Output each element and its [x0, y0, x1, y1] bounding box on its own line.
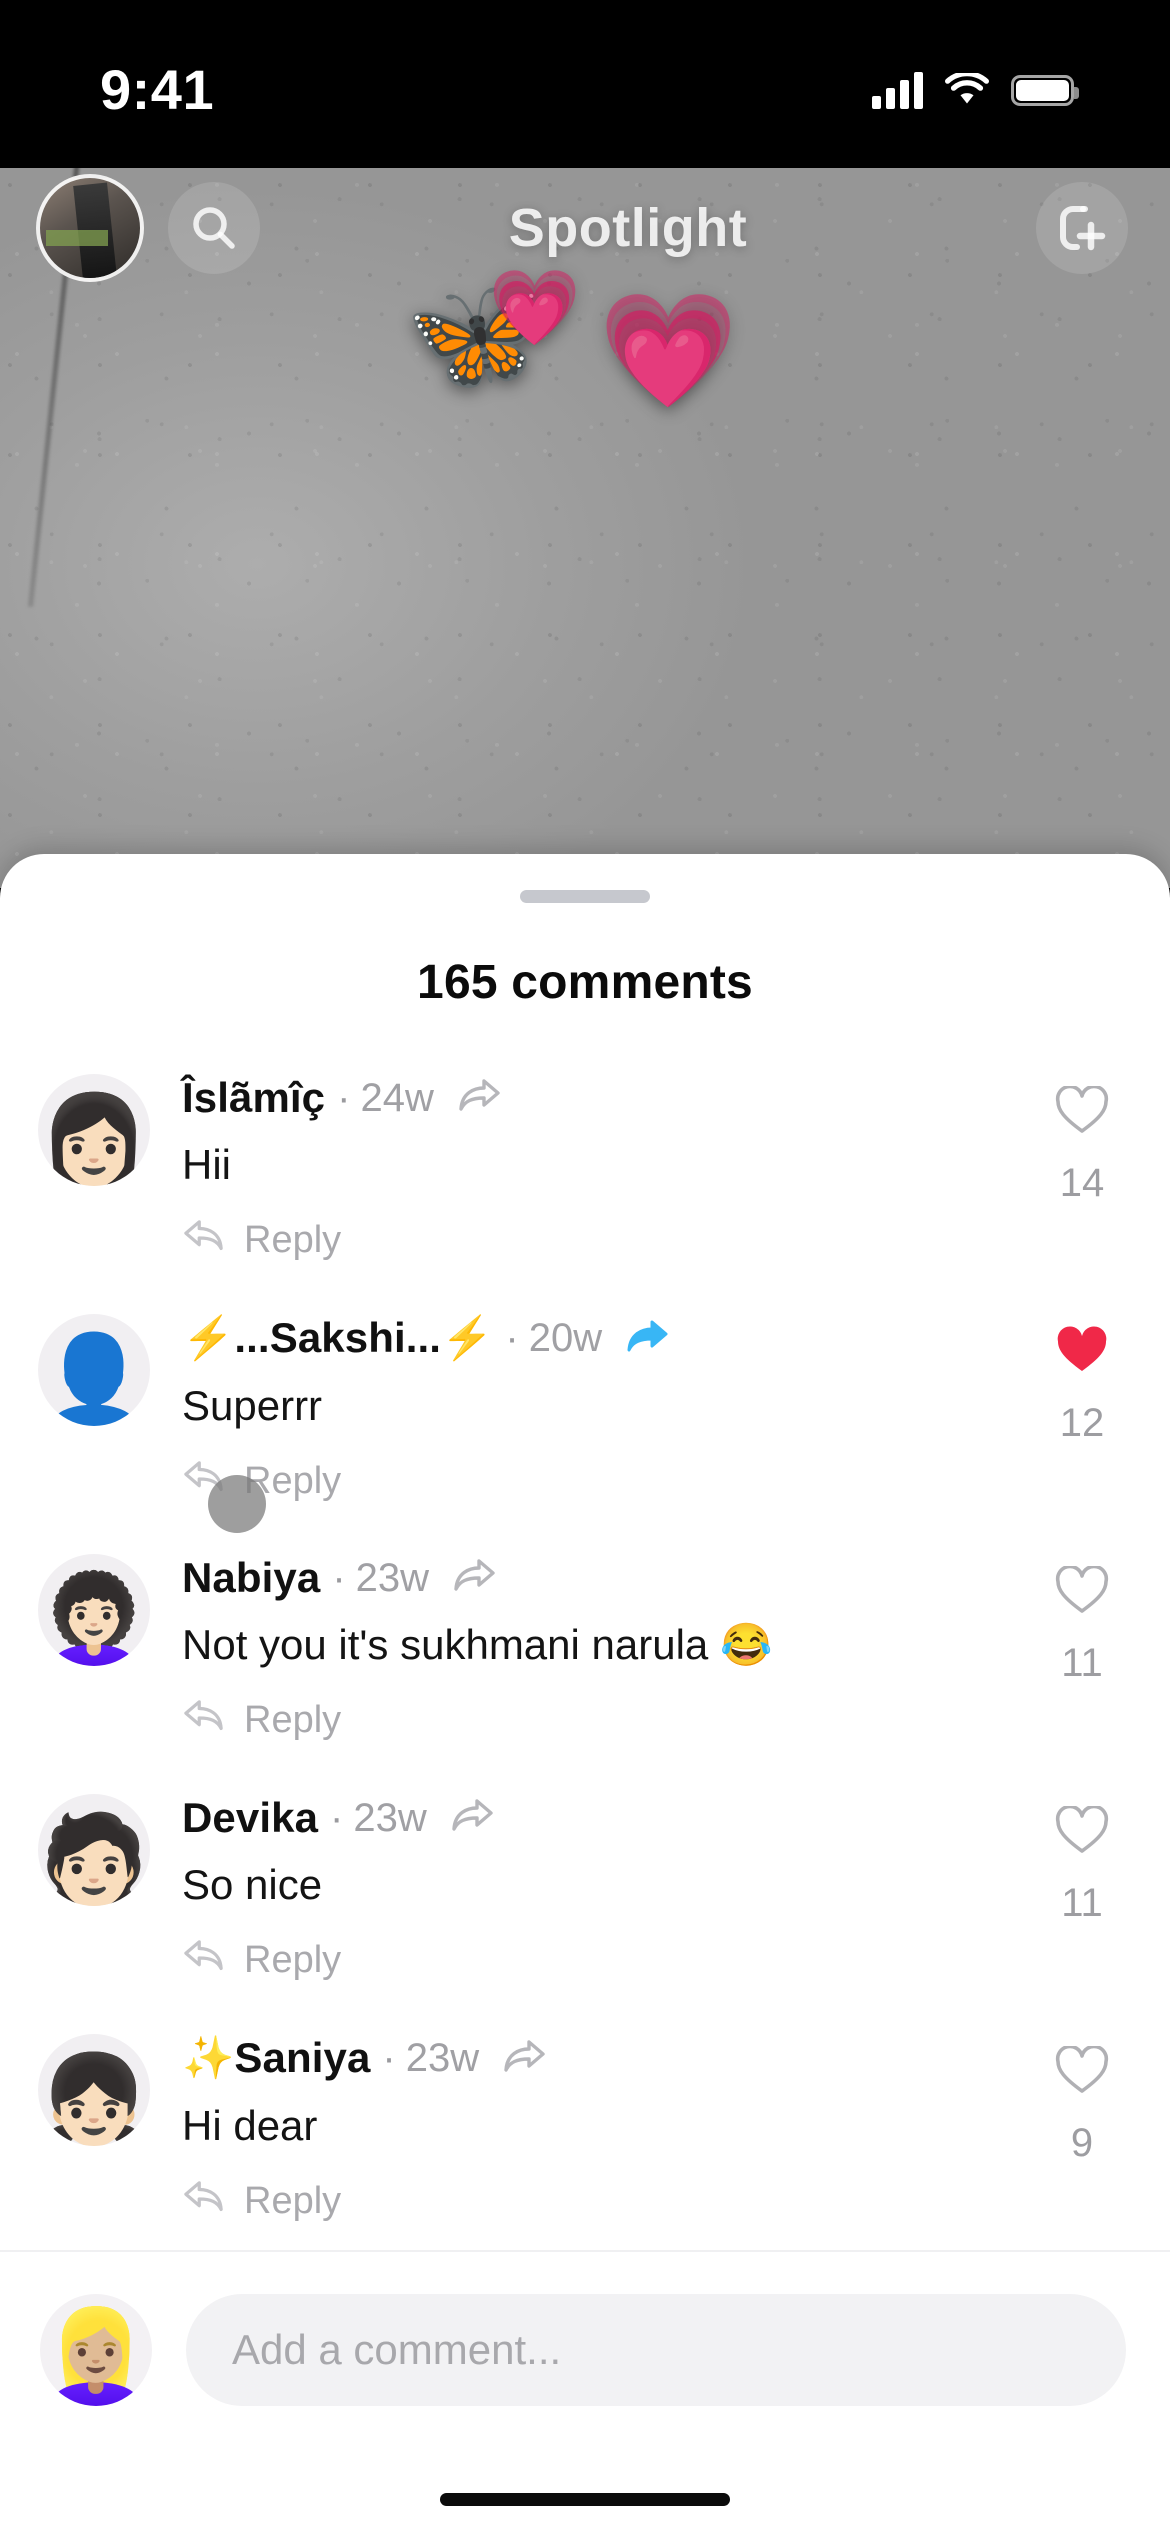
share-arrow-icon[interactable]: [456, 1077, 502, 1119]
sheet-drag-handle[interactable]: [520, 890, 650, 903]
comment-row[interactable]: 👩🏻 Îslãmîç · 24w Hii Reply 14: [0, 1060, 1170, 1300]
comment-text: Hii: [182, 1141, 231, 1188]
comments-count-title: 165 comments: [417, 956, 753, 1009]
comment-meta: ✨Saniya · 23w: [182, 2034, 1034, 2083]
avatar[interactable]: 👩🏻‍🦱: [38, 1554, 150, 1666]
comment-body: Îslãmîç · 24w Hii Reply: [150, 1060, 1034, 1263]
comment-author[interactable]: Devika: [182, 1794, 318, 1842]
comment-text: Superrr: [182, 1382, 323, 1429]
video-emoji-sticker-group: 🦋💗 💗: [405, 271, 738, 407]
reply-arrow-icon: [182, 2179, 226, 2224]
reply-button[interactable]: Reply: [182, 1698, 1034, 1743]
comment-timestamp: 23w: [405, 2036, 480, 2080]
comment-row[interactable]: 👤 ⚡...Sakshi...⚡ · 20w Superrr Reply 12: [0, 1300, 1170, 1540]
reply-label: Reply: [244, 1219, 342, 1262]
reply-arrow-icon: [182, 1698, 226, 1743]
comment-meta: ⚡...Sakshi...⚡ · 20w: [182, 1314, 1034, 1363]
like-count: 9: [1070, 2121, 1094, 2165]
comment-meta: Devika · 23w: [182, 1794, 1034, 1842]
add-comment-input[interactable]: Add a comment...: [186, 2294, 1126, 2406]
comment-timestamp: 23w: [355, 1555, 430, 1600]
phone-screen: 9:41 🦋💗 💗 Spotlight 165 comments 👩🏻 Îslã…: [0, 0, 1170, 2532]
reply-label: Reply: [244, 1699, 342, 1742]
reply-label: Reply: [244, 2180, 342, 2223]
meta-separator: ·: [330, 1795, 344, 1840]
home-indicator: [440, 2493, 730, 2506]
app-header: Spotlight: [0, 168, 1170, 288]
like-count: 11: [1061, 1641, 1103, 1685]
like-control[interactable]: 11: [1034, 1780, 1130, 1926]
comment-author[interactable]: ✨Saniya: [182, 2034, 370, 2083]
wifi-icon: [945, 73, 989, 104]
comment-author[interactable]: Îslãmîç: [182, 1074, 325, 1122]
comment-text: So nice: [182, 1861, 323, 1908]
comment-meta: Îslãmîç · 24w: [182, 1074, 1034, 1122]
meta-separator: ·: [505, 1316, 519, 1360]
avatar[interactable]: 👤: [38, 1314, 150, 1426]
cellular-signal-icon: [872, 71, 923, 109]
comment-meta: Nabiya · 23w: [182, 1554, 1034, 1602]
comment-body: ✨Saniya · 23w Hi dear Reply: [150, 2020, 1034, 2224]
comment-body: ⚡...Sakshi...⚡ · 20w Superrr Reply: [150, 1300, 1034, 1504]
like-count: 14: [1059, 1161, 1105, 1205]
share-arrow-filled-blue-icon[interactable]: [624, 1318, 670, 1360]
like-control[interactable]: 9: [1034, 2020, 1130, 2166]
like-count: 12: [1059, 1401, 1105, 1445]
share-arrow-icon[interactable]: [501, 2038, 547, 2080]
heart-filled-icon[interactable]: [1055, 1326, 1109, 1381]
comment-row[interactable]: 👩🏻‍🦱 Nabiya · 23w Not you it's sukhmani …: [0, 1540, 1170, 1780]
add-comment-placeholder: Add a comment...: [232, 2326, 562, 2373]
like-count: 11: [1061, 1881, 1103, 1925]
share-arrow-icon[interactable]: [449, 1797, 495, 1839]
comment-timestamp: 20w: [528, 1316, 603, 1360]
heart-outline-icon[interactable]: [1055, 1564, 1109, 1621]
comment-timestamp: 24w: [360, 1075, 434, 1120]
touch-indicator: [208, 1475, 266, 1533]
avatar[interactable]: 👩🏻: [38, 1074, 150, 1186]
add-friend-ghost-icon: [1060, 206, 1106, 251]
reply-button[interactable]: Reply: [182, 1218, 1034, 1263]
avatar[interactable]: 👧🏻: [38, 2034, 150, 2146]
share-arrow-icon[interactable]: [451, 1557, 497, 1599]
battery-full-icon: [1011, 74, 1079, 106]
meta-separator: ·: [332, 1555, 346, 1600]
status-bar-time: 9:41: [100, 57, 215, 121]
comment-row[interactable]: 👧🏻 ✨Saniya · 23w Hi dear Reply 9: [0, 2020, 1170, 2260]
comment-body: Nabiya · 23w Not you it's sukhmani narul…: [150, 1540, 1034, 1743]
comment-author[interactable]: Nabiya: [182, 1554, 320, 1602]
comment-body: Devika · 23w So nice Reply: [150, 1780, 1034, 1983]
meta-separator: ·: [337, 1075, 351, 1120]
status-bar: 9:41: [0, 0, 1170, 168]
heart-outline-icon[interactable]: [1055, 1084, 1109, 1141]
reply-button[interactable]: Reply: [182, 1459, 1034, 1504]
comment-text: Hi dear: [182, 2102, 318, 2149]
comment-author[interactable]: ⚡...Sakshi...⚡: [182, 1314, 493, 1363]
reply-button[interactable]: Reply: [182, 2179, 1034, 2224]
like-control[interactable]: 14: [1034, 1060, 1130, 1206]
big-heart-emoji-sticker: 💗: [598, 288, 739, 413]
reply-arrow-icon: [182, 1218, 226, 1263]
page-title: Spotlight: [508, 198, 748, 258]
heart-outline-icon[interactable]: [1055, 1804, 1109, 1861]
heart-outline-icon[interactable]: [1055, 2044, 1109, 2101]
like-control[interactable]: 12: [1034, 1300, 1130, 1446]
reply-label: Reply: [244, 1939, 342, 1982]
reply-button[interactable]: Reply: [182, 1938, 1034, 1983]
like-control[interactable]: 11: [1034, 1540, 1130, 1686]
comment-list: 👩🏻 Îslãmîç · 24w Hii Reply 14 👤 ⚡...Saks…: [0, 1060, 1170, 2260]
comment-row[interactable]: 🧑🏻 Devika · 23w So nice Reply 11: [0, 1780, 1170, 2020]
reply-arrow-icon: [182, 1938, 226, 1983]
profile-avatar[interactable]: [36, 174, 144, 282]
avatar[interactable]: 🧑🏻: [38, 1794, 150, 1906]
current-user-avatar[interactable]: 👱🏼‍♀️: [40, 2294, 152, 2406]
add-friend-button[interactable]: [1036, 182, 1128, 274]
status-bar-indicators: [872, 59, 1079, 109]
meta-separator: ·: [382, 2036, 396, 2080]
comment-composer: 👱🏼‍♀️ Add a comment...: [0, 2250, 1170, 2532]
comment-timestamp: 23w: [353, 1795, 427, 1840]
comment-text: Not you it's sukhmani narula 😂: [182, 1621, 773, 1668]
